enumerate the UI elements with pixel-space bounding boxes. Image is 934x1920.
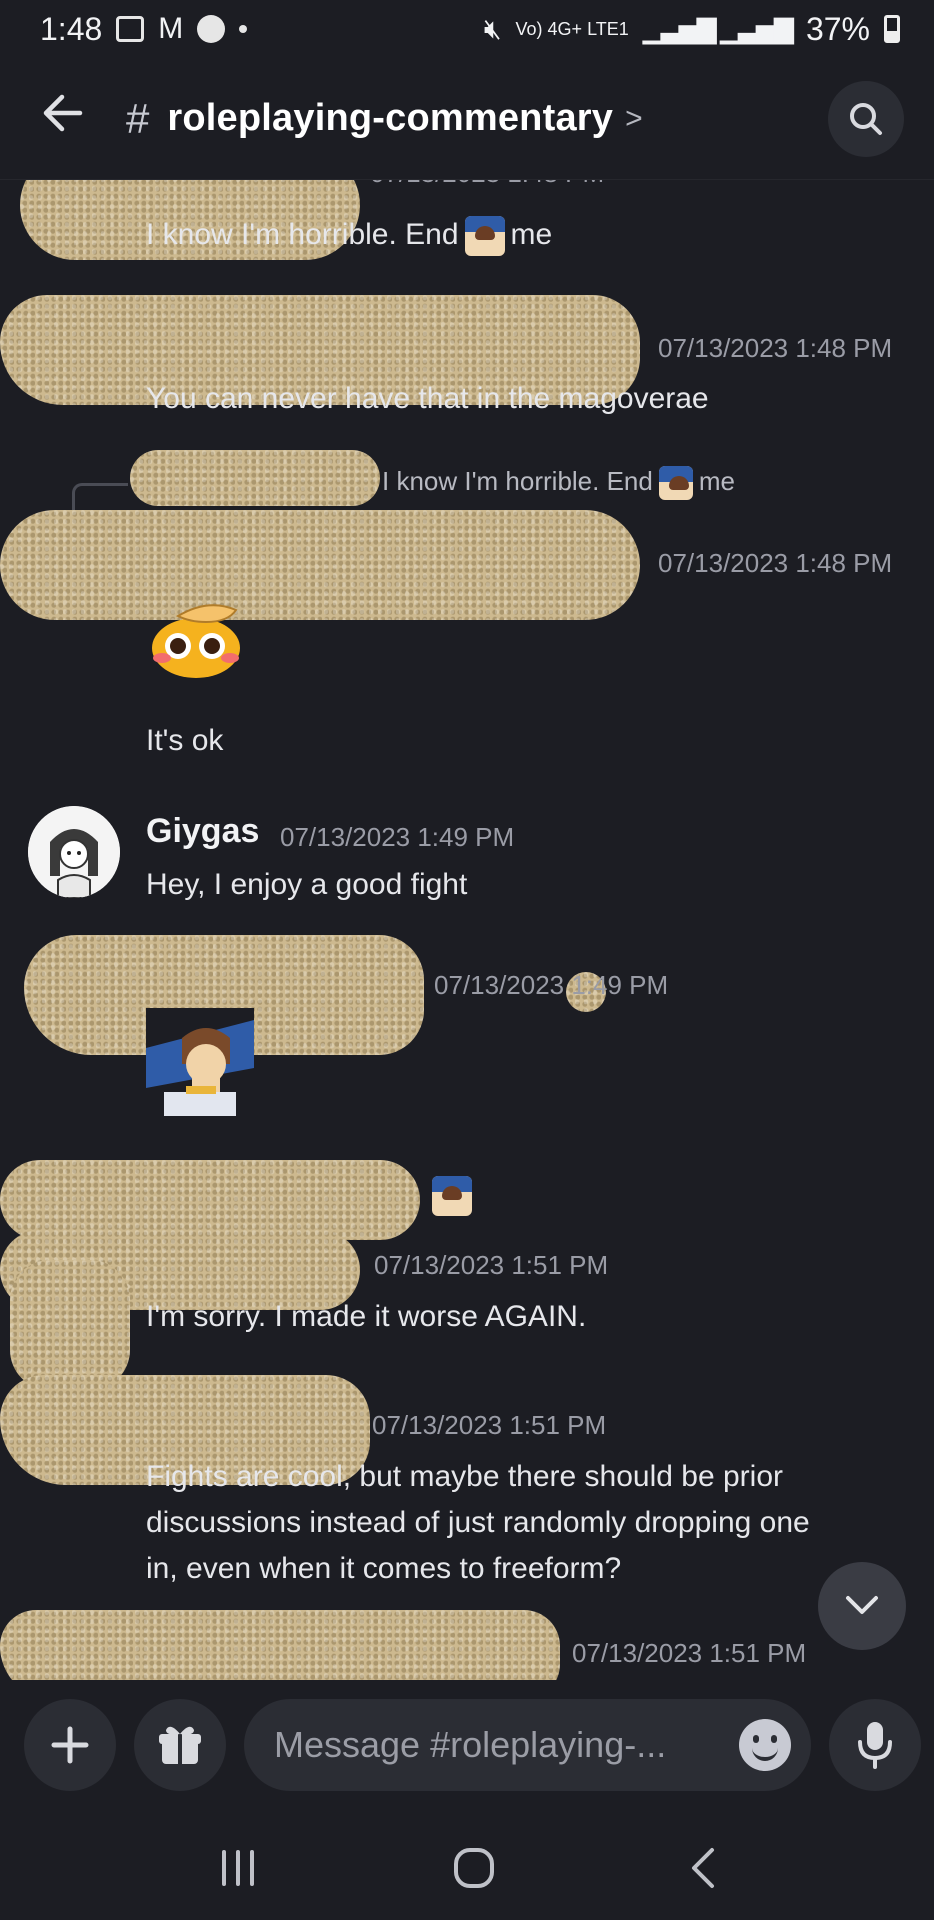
network-label: Vo) 4G+ LTE1 bbox=[515, 19, 629, 39]
back-arrow-icon[interactable] bbox=[40, 93, 100, 144]
search-button[interactable] bbox=[828, 80, 904, 157]
message-text: It's ok bbox=[146, 724, 224, 757]
status-bar: 1:48 M 🔇︎ Vo) 4G+ LTE1 ▁▃▅▇ ▁▃▅▇ 37% bbox=[0, 0, 934, 58]
message-timestamp: 07/13/2023 1:51 PM bbox=[372, 1410, 607, 1440]
gmail-notification-icon: M bbox=[158, 12, 184, 45]
message-timestamp: 07/13/2023 1:51 PM bbox=[572, 1638, 807, 1668]
status-right: 🔇︎ Vo) 4G+ LTE1 ▁▃▅▇ ▁▃▅▇ 37% bbox=[484, 11, 900, 48]
custom-emoji-icon bbox=[464, 216, 505, 257]
messenger-notification-icon bbox=[197, 15, 226, 43]
custom-emoji-sticker bbox=[146, 1008, 254, 1116]
message-timestamp: 07/13/2023 1:48 PM bbox=[658, 333, 893, 363]
custom-emoji-icon bbox=[432, 1176, 472, 1216]
plus-icon bbox=[51, 1726, 89, 1764]
gift-button[interactable] bbox=[134, 1699, 226, 1791]
message-text-line: in, even when it comes to freeform? bbox=[146, 1552, 622, 1585]
home-icon[interactable] bbox=[451, 1845, 497, 1896]
voice-message-button[interactable] bbox=[829, 1699, 921, 1791]
message-timestamp: 07/13/2023 1:49 PM bbox=[434, 970, 669, 1000]
message-text: I'm sorry. I made it worse AGAIN. bbox=[146, 1300, 587, 1333]
pat-emoji-icon bbox=[148, 600, 244, 680]
gallery-notification-icon bbox=[116, 16, 145, 42]
search-icon bbox=[850, 102, 882, 135]
redacted-reply-author bbox=[130, 450, 380, 506]
redacted-avatar-username bbox=[0, 1610, 560, 1680]
message-input-field[interactable] bbox=[244, 1699, 811, 1791]
system-back-icon[interactable] bbox=[688, 1846, 718, 1895]
status-time: 1:48 bbox=[40, 10, 103, 47]
battery-label: 37% bbox=[805, 10, 870, 47]
recent-apps-icon[interactable] bbox=[216, 1848, 260, 1893]
message-composer bbox=[0, 1690, 934, 1800]
microphone-icon bbox=[858, 1722, 892, 1769]
reply-preview[interactable]: I know I'm horrible. End me bbox=[382, 466, 735, 501]
status-left: 1:48 M bbox=[40, 10, 248, 48]
emoji-picker-icon[interactable] bbox=[739, 1719, 791, 1771]
message-text: You can never have that in the magoverae bbox=[146, 382, 709, 415]
chevron-down-icon bbox=[846, 1596, 878, 1614]
message-text: I know I'm horrible. End me bbox=[146, 212, 552, 258]
jump-to-bottom-button[interactable] bbox=[818, 1562, 906, 1650]
gift-icon bbox=[159, 1726, 201, 1764]
battery-icon bbox=[884, 15, 900, 43]
message-timestamp: 07/13/2023 1:49 PM bbox=[280, 822, 515, 852]
avatar[interactable] bbox=[28, 806, 120, 898]
channel-header: # roleplaying-commentary > bbox=[0, 58, 934, 180]
message-text-line: Fights are cool, but maybe there should … bbox=[146, 1460, 784, 1493]
chevron-right-icon[interactable]: > bbox=[625, 102, 643, 136]
message-text-part: me bbox=[510, 218, 553, 251]
message-text: Hey, I enjoy a good fight bbox=[146, 868, 468, 901]
custom-emoji-icon bbox=[432, 1176, 472, 1216]
message-input[interactable] bbox=[274, 1724, 739, 1766]
custom-emoji-icon bbox=[658, 466, 693, 501]
redacted-avatar-username bbox=[0, 510, 640, 620]
message-timestamp: 07/13/2023 1:48 PM bbox=[658, 548, 893, 578]
signal-icon: ▁▃▅▇ ▁▃▅▇ bbox=[642, 13, 794, 44]
message-text-part: I know I'm horrible. End bbox=[146, 218, 459, 251]
reply-preview-text: I know I'm horrible. End bbox=[382, 466, 653, 496]
channel-title[interactable]: roleplaying-commentary bbox=[167, 97, 613, 140]
message-timestamp: 07/13/2023 1:48 PM bbox=[370, 180, 604, 189]
message-text-line: discussions instead of just randomly dro… bbox=[146, 1506, 810, 1539]
add-attachment-button[interactable] bbox=[24, 1699, 116, 1791]
system-nav-bar bbox=[0, 1820, 934, 1920]
message-text: Fights are cool, but maybe there should … bbox=[146, 1454, 810, 1592]
message-timestamp: 07/13/2023 1:51 PM bbox=[374, 1250, 609, 1280]
channel-hash-icon: # bbox=[126, 94, 150, 142]
message-author[interactable]: Giygas bbox=[146, 812, 259, 851]
redaction-blob bbox=[10, 1260, 130, 1390]
message-list[interactable]: 07/13/2023 1:48 PM I know I'm horrible. … bbox=[0, 180, 934, 1680]
reply-preview-text: me bbox=[698, 466, 735, 496]
redacted-avatar-username bbox=[0, 1160, 420, 1240]
more-notifications-icon bbox=[239, 25, 248, 33]
mute-icon: 🔇︎ bbox=[483, 12, 502, 44]
